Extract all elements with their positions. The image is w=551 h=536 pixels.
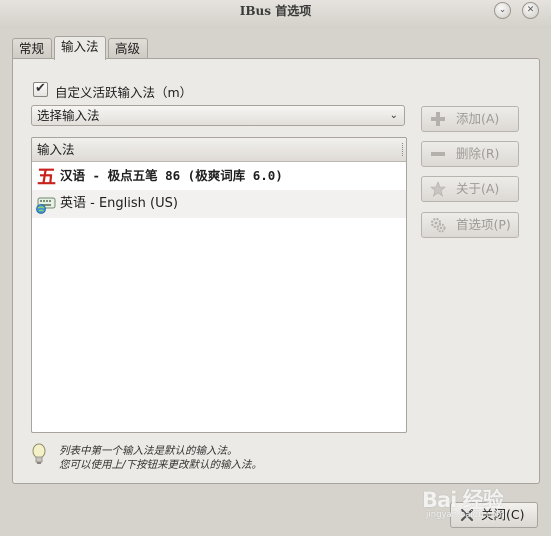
about-button[interactable]: 关于(A) bbox=[421, 176, 519, 202]
preferences-button-label: 首选项(P) bbox=[456, 217, 511, 232]
select-value: 选择输入法 bbox=[37, 108, 100, 123]
minus-icon bbox=[431, 152, 445, 156]
lightbulb-icon bbox=[32, 443, 46, 464]
about-button-label: 关于(A) bbox=[456, 181, 500, 196]
plus-icon bbox=[431, 112, 445, 126]
close-button-label: 关闭(C) bbox=[481, 507, 525, 522]
input-method-list[interactable]: 输入法 五 汉语 - 极点五笔 86 (极爽词库 6.0) 英语 - Engli… bbox=[31, 137, 407, 433]
chevron-down-icon: ⌄ bbox=[389, 110, 398, 121]
close-button[interactable]: 关闭(C) bbox=[450, 502, 538, 528]
remove-button-label: 删除(R) bbox=[456, 146, 500, 161]
input-methods-panel: ✔ 自定义活跃输入法（m） 选择输入法 ⌄ 输入法 五 汉语 - 极点五笔 86… bbox=[12, 58, 540, 484]
tab-general[interactable]: 常规 bbox=[12, 38, 52, 59]
star-icon bbox=[430, 181, 446, 197]
hint-line-2: 您可以使用上/下按钮来更改默认的输入法。 bbox=[59, 459, 263, 471]
customize-checkbox[interactable]: ✔ bbox=[33, 82, 48, 97]
list-item-label: 汉语 - 极点五笔 86 (极爽词库 6.0) bbox=[60, 168, 283, 183]
list-item-label: 英语 - English (US) bbox=[60, 196, 178, 211]
select-input-method-dropdown[interactable]: 选择输入法 ⌄ bbox=[31, 105, 405, 126]
list-item[interactable]: 五 汉语 - 极点五笔 86 (极爽词库 6.0) bbox=[32, 162, 406, 190]
add-button-label: 添加(A) bbox=[456, 111, 500, 126]
title-bar: IBus 首选项 ⌄ ✕ bbox=[0, 0, 551, 28]
add-button[interactable]: 添加(A) bbox=[421, 106, 519, 132]
tab-input-methods[interactable]: 输入法 bbox=[54, 36, 106, 60]
close-x-icon bbox=[460, 508, 474, 522]
tab-advanced[interactable]: 高级 bbox=[108, 38, 148, 59]
keyboard-icon bbox=[36, 197, 56, 214]
close-icon[interactable]: ✕ bbox=[522, 2, 539, 19]
list-header-label: 输入法 bbox=[37, 142, 75, 157]
wubi-icon: 五 bbox=[37, 166, 56, 187]
remove-button[interactable]: 删除(R) bbox=[421, 141, 519, 167]
hint-line-1: 列表中第一个输入法是默认的输入法。 bbox=[59, 445, 238, 457]
svg-text:五: 五 bbox=[37, 166, 56, 187]
preferences-button[interactable]: 首选项(P) bbox=[421, 212, 519, 238]
customize-label: 自定义活跃输入法（m） bbox=[55, 85, 193, 100]
list-item[interactable]: 英语 - English (US) bbox=[32, 190, 406, 218]
window-title: IBus 首选项 bbox=[239, 4, 312, 18]
gears-icon bbox=[430, 217, 446, 233]
minimize-icon[interactable]: ⌄ bbox=[494, 2, 511, 19]
list-header[interactable]: 输入法 bbox=[32, 138, 406, 162]
column-resize-grip[interactable] bbox=[402, 143, 404, 156]
